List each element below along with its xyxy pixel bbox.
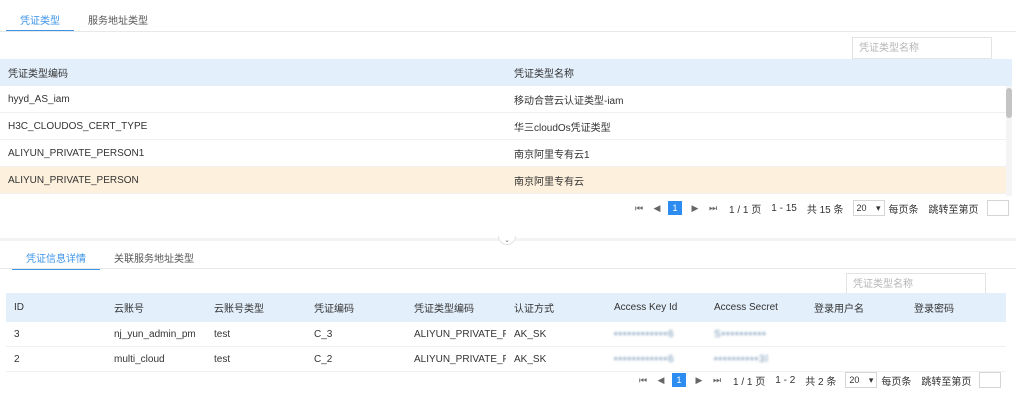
- record-total: 共 2 条: [805, 376, 837, 388]
- cell-type-code: H3C_CLOUDOS_CERT_TYPE: [8, 120, 148, 132]
- table-header: ID 云账号 云账号类型 凭证编码 凭证类型编码 认证方式 Access Key…: [6, 293, 1006, 322]
- certificate-type-table: 凭证类型编码 凭证类型名称 hyyd_AS_iam 移动合营云认证类型-iam …: [0, 59, 1012, 194]
- page-count: 1 / 1 页: [729, 204, 762, 216]
- table-vertical-scrollbar[interactable]: [1006, 86, 1012, 196]
- table-row[interactable]: 2 multi_cloud test C_2 ALIYUN_PRIVATE_PI…: [6, 347, 1006, 372]
- per-page-label: 每页条: [881, 376, 912, 388]
- record-range: 1 - 15: [771, 202, 797, 214]
- column-header-access-key-id[interactable]: Access Key Id: [606, 302, 706, 313]
- column-header-id[interactable]: ID: [6, 302, 106, 313]
- tabs-divider: [0, 31, 1016, 32]
- scrollbar-thumb[interactable]: [1006, 88, 1012, 118]
- column-header-auth-method[interactable]: 认证方式: [506, 300, 606, 315]
- tabs-divider: [0, 268, 1016, 269]
- table-row[interactable]: H3C_CLOUDOS_CERT_TYPE 华三cloudOs凭证类型: [0, 113, 1012, 140]
- top-tabs: 凭证类型 服务地址类型: [6, 6, 162, 32]
- tab-certificate-type[interactable]: 凭证类型: [6, 6, 74, 32]
- page-size-value: 20: [856, 203, 867, 213]
- page-number-current[interactable]: 1: [672, 373, 686, 387]
- column-header-access-secret[interactable]: Access Secret: [706, 302, 806, 313]
- per-page-label: 每页条: [888, 204, 919, 216]
- cell-access-secret: S••••••••••: [714, 328, 767, 340]
- cell-type-name: 移动合营云认证类型-iam: [514, 95, 624, 107]
- cell-access-key-id: ••••••••••••6: [614, 353, 675, 365]
- cell-certificate-type-code: ALIYUN_PRIVATE_PI: [414, 328, 506, 340]
- page-size-value: 20: [849, 375, 860, 385]
- first-page-icon[interactable]: ⏮: [632, 201, 646, 215]
- cell-cloud-account: multi_cloud: [114, 353, 165, 365]
- chevron-down-icon: ▾: [875, 202, 881, 213]
- last-page-icon[interactable]: ⏭: [706, 201, 720, 215]
- cell-auth-method: AK_SK: [514, 328, 547, 340]
- cell-type-code: ALIYUN_PRIVATE_PERSON1: [8, 147, 145, 159]
- certificate-detail-table: ID 云账号 云账号类型 凭证编码 凭证类型编码 认证方式 Access Key…: [6, 293, 1006, 372]
- certificate-detail-panel: 凭证信息详情 关联服务地址类型 ID 云账号 云账号类型 凭证编码 凭证类型编码…: [0, 241, 1016, 393]
- last-page-icon[interactable]: ⏭: [710, 373, 724, 387]
- tab-related-service-address-type[interactable]: 关联服务地址类型: [100, 244, 208, 270]
- cell-access-key-id: ••••••••••••6: [614, 328, 675, 340]
- cell-type-name: 南京阿里专有云1: [514, 149, 590, 161]
- certificate-detail-search-input[interactable]: [846, 273, 986, 295]
- column-header-login-username[interactable]: 登录用户名: [806, 300, 906, 315]
- cell-type-name: 南京阿里专有云: [514, 176, 584, 188]
- bottom-tabs: 凭证信息详情 关联服务地址类型: [12, 244, 208, 270]
- page-size-select[interactable]: 20 ▾: [845, 372, 878, 388]
- next-page-icon[interactable]: ▶: [692, 373, 706, 387]
- column-header-account-type[interactable]: 云账号类型: [206, 300, 306, 315]
- column-header-certificate-code[interactable]: 凭证编码: [306, 300, 406, 315]
- cell-cloud-account: nj_yun_admin_pm: [114, 328, 196, 340]
- table-header: 凭证类型编码 凭证类型名称: [0, 59, 1012, 86]
- table-row-selected[interactable]: ALIYUN_PRIVATE_PERSON 南京阿里专有云: [0, 167, 1012, 194]
- next-page-icon[interactable]: ▶: [688, 201, 702, 215]
- table-row[interactable]: 3 nj_yun_admin_pm test C_3 ALIYUN_PRIVAT…: [6, 322, 1006, 347]
- jump-label: 跳转至第页: [928, 204, 979, 216]
- cell-certificate-code: C_2: [314, 353, 333, 365]
- tab-certificate-detail[interactable]: 凭证信息详情: [12, 244, 100, 270]
- tab-service-address-type[interactable]: 服务地址类型: [74, 6, 162, 32]
- jump-page-input[interactable]: [986, 200, 1009, 216]
- cell-type-code: ALIYUN_PRIVATE_PERSON: [8, 174, 139, 186]
- column-header-certificate-type-code[interactable]: 凭证类型编码: [406, 300, 506, 315]
- certificate-type-search-input[interactable]: [852, 37, 992, 59]
- prev-page-icon[interactable]: ◀: [654, 373, 668, 387]
- cell-type-code: hyyd_AS_iam: [8, 93, 70, 105]
- top-pagination: ⏮ ◀ 1 ▶ ⏭ 1 / 1 页 1 - 15 共 15 条 20 ▾ 每页条…: [632, 199, 1009, 217]
- cell-access-secret: ••••••••••3l: [714, 353, 769, 365]
- table-row[interactable]: hyyd_AS_iam 移动合营云认证类型-iam: [0, 86, 1012, 113]
- cell-certificate-type-code: ALIYUN_PRIVATE_PI: [414, 353, 506, 365]
- column-header-cloud-account[interactable]: 云账号: [106, 300, 206, 315]
- bottom-pagination: ⏮ ◀ 1 ▶ ⏭ 1 / 1 页 1 - 2 共 2 条 20 ▾ 每页条 跳…: [636, 371, 1002, 389]
- cell-auth-method: AK_SK: [514, 353, 547, 365]
- cell-type-name: 华三cloudOs凭证类型: [514, 122, 611, 134]
- page-count: 1 / 1 页: [733, 376, 766, 388]
- cell-id: 3: [14, 328, 20, 340]
- page-size-select[interactable]: 20 ▾: [852, 200, 885, 216]
- column-header-type-code[interactable]: 凭证类型编码: [0, 65, 506, 80]
- record-total: 共 15 条: [806, 204, 844, 216]
- first-page-icon[interactable]: ⏮: [636, 373, 650, 387]
- chevron-down-icon: ▾: [868, 374, 874, 385]
- table-row[interactable]: ALIYUN_PRIVATE_PERSON1 南京阿里专有云1: [0, 140, 1012, 167]
- cell-account-type: test: [214, 353, 231, 365]
- cell-certificate-code: C_3: [314, 328, 333, 340]
- column-header-type-name[interactable]: 凭证类型名称: [506, 65, 1006, 80]
- prev-page-icon[interactable]: ◀: [650, 201, 664, 215]
- jump-label: 跳转至第页: [921, 376, 972, 388]
- page-number-current[interactable]: 1: [668, 201, 682, 215]
- jump-page-input[interactable]: [979, 372, 1002, 388]
- cell-id: 2: [14, 353, 20, 365]
- cell-account-type: test: [214, 328, 231, 340]
- column-header-login-password[interactable]: 登录密码: [906, 300, 1006, 315]
- certificate-type-panel: 凭证类型 服务地址类型 凭证类型编码 凭证类型名称 hyyd_AS_iam 移动…: [0, 0, 1016, 236]
- record-range: 1 - 2: [775, 374, 796, 386]
